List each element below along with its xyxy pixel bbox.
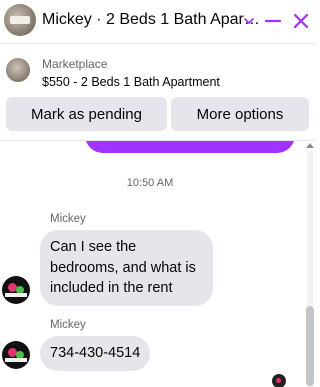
seller-avatar[interactable] — [4, 4, 36, 36]
sender-name: Mickey — [50, 213, 86, 225]
marketplace-listing-banner: Marketplace $550 - 2 Beds 1 Bath Apartme… — [0, 44, 315, 141]
marketplace-label: Marketplace — [42, 57, 108, 71]
message-timestamp: 10:50 AM — [126, 177, 174, 189]
message-thread: 10:50 AM Mickey Can I see the bedrooms, … — [0, 141, 315, 387]
more-options-button[interactable]: More options — [171, 97, 309, 131]
scroll-up-arrow-icon[interactable] — [306, 143, 314, 148]
received-message-bubble[interactable]: Can I see the bedrooms, and what is incl… — [40, 230, 213, 306]
close-icon[interactable] — [290, 10, 312, 32]
scrollbar-thumb[interactable] — [306, 306, 314, 386]
listing-title[interactable]: $550 - 2 Beds 1 Bath Apartment — [42, 75, 220, 89]
listing-thumbnail[interactable] — [6, 58, 30, 82]
sender-avatar[interactable] — [2, 341, 30, 369]
read-receipt-avatar — [272, 374, 286, 387]
conversation-title[interactable]: Mickey · 2 Beds 1 Bath Apartment — [42, 11, 262, 29]
chevron-down-icon[interactable] — [238, 10, 260, 32]
chat-header: Mickey · 2 Beds 1 Bath Apartment — [0, 0, 315, 44]
received-message-bubble[interactable]: 734-430-4514 — [40, 336, 151, 371]
mark-as-pending-button[interactable]: Mark as pending — [6, 97, 167, 131]
sender-avatar[interactable] — [2, 276, 30, 304]
minimize-icon[interactable] — [262, 10, 284, 32]
sender-name: Mickey — [50, 319, 86, 331]
sent-message-bubble — [85, 141, 295, 153]
chat-scrollbar[interactable] — [303, 141, 315, 387]
